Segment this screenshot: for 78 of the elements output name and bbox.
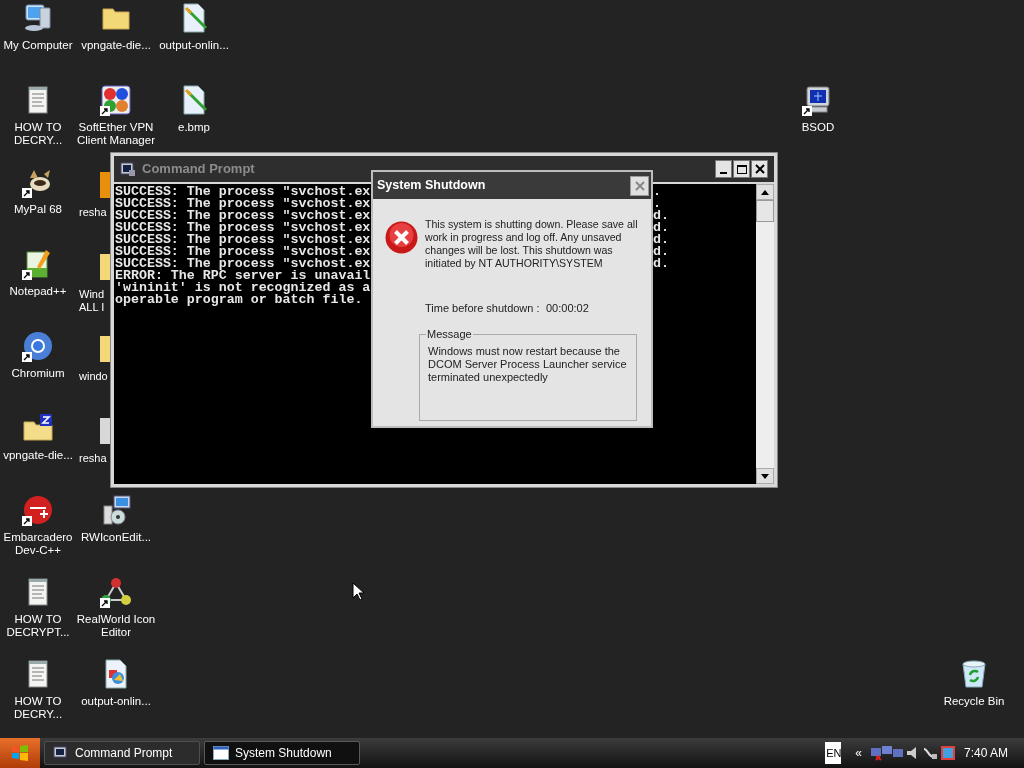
expand-tray-button[interactable]: «	[855, 744, 862, 762]
icon-label[interactable]: Recycle Bin	[943, 695, 1005, 708]
icon-label[interactable]: resha	[79, 452, 107, 465]
ring-icon	[22, 330, 54, 362]
icon-label[interactable]: Embarcadero Dev-C++	[3, 531, 73, 557]
icon-label[interactable]: MyPal 68	[14, 203, 62, 216]
icon-label[interactable]: vpngate-die...	[81, 39, 151, 52]
icon-label[interactable]: My Computer	[3, 39, 73, 52]
icon-label[interactable]: windo	[79, 370, 108, 383]
console-line: SUCCESS: The process "svchost.ex	[115, 258, 371, 270]
console-line: SUCCESS: The process "svchost.ex	[115, 198, 371, 210]
icon-label[interactable]: RWIconEdit...	[80, 531, 152, 544]
icon-label[interactable]: vpngate-die...	[3, 449, 73, 462]
close-button[interactable]	[751, 160, 768, 178]
minimize-button[interactable]	[715, 160, 732, 178]
app-tray-icon	[939, 745, 956, 761]
console-line: .	[653, 198, 661, 210]
window-title: Command Prompt	[142, 160, 256, 179]
icon-label[interactable]: RealWorld Icon Editor	[76, 613, 156, 639]
icon-label[interactable]: BSOD	[801, 121, 835, 134]
console-line: d.	[653, 246, 669, 258]
windows-logo-icon	[11, 745, 29, 761]
language-indicator[interactable]: EN	[825, 742, 842, 764]
icon-label[interactable]: Wind ALL I	[79, 288, 105, 314]
console-line: d.	[653, 258, 669, 270]
circle-logo-icon	[22, 494, 54, 526]
network-icon	[869, 745, 904, 761]
icon-label[interactable]: e.bmp	[178, 121, 210, 134]
icon-label[interactable]: HOW TO DECRYPT...	[6, 613, 70, 639]
dialog-title: System Shutdown	[377, 177, 487, 195]
installer-icon	[100, 494, 132, 526]
icon-label[interactable]: output-onlin...	[81, 695, 151, 708]
console-line: SUCCESS: The process "svchost.ex	[115, 246, 371, 258]
console-icon	[53, 746, 69, 760]
computer-icon	[22, 2, 54, 34]
mouse-pointer-icon	[352, 582, 364, 601]
countdown: 00:00:02	[546, 301, 589, 316]
taskbar-button[interactable]: System Shutdown	[204, 741, 360, 765]
console-icon	[120, 161, 136, 177]
shutdown-warning: This system is shutting down. Please save all work in progress and log off. Any unsaved changes will be lost. This shutdown was initiated by NT AUTHORITY\SYSTEM	[425, 218, 639, 270]
close-button[interactable]	[630, 175, 649, 196]
console-line: SUCCESS: The process "svchost.ex	[115, 234, 371, 246]
up-arrow-icon	[761, 189, 769, 195]
console-line: SUCCESS: The process "svchost.ex	[115, 186, 371, 198]
icon-label[interactable]: output-onlin...	[159, 39, 229, 52]
scroll-thumb[interactable]	[756, 200, 774, 222]
console-line: SUCCESS: The process "svchost.ex	[115, 210, 371, 222]
taskbar-button[interactable]: Command Prompt	[44, 741, 200, 765]
plug-icon	[921, 745, 938, 761]
close-icon	[634, 180, 645, 191]
scroll-up-button[interactable]	[756, 184, 774, 200]
icon-label[interactable]: Chromium	[11, 367, 65, 380]
four-dots-icon	[100, 84, 132, 116]
time-label: Time before shutdown :	[425, 301, 541, 316]
scrollbar[interactable]	[756, 184, 774, 484]
icon-label[interactable]: resha	[79, 206, 107, 219]
console-line: d.	[653, 210, 669, 222]
console-line: 'wininit' is not recognized as a	[115, 282, 371, 294]
down-arrow-icon	[761, 473, 769, 479]
console-line: ERROR: The RPC server is unavail	[115, 270, 371, 282]
start-button[interactable]	[0, 738, 40, 768]
icon-label[interactable]: SoftEther VPN Client Manager	[77, 121, 155, 147]
console-line: operable program or batch file.	[115, 294, 363, 306]
icon-label[interactable]: Notepad++	[9, 285, 67, 298]
scroll-down-button[interactable]	[756, 468, 774, 484]
zip-folder-icon	[22, 412, 54, 444]
error-icon	[385, 221, 418, 254]
icon-label[interactable]: HOW TO DECRY...	[13, 695, 63, 721]
console-line: SUCCESS: The process "svchost.ex	[115, 222, 371, 234]
message-text: Windows must now restart because the DCOM Server Process Launcher service terminated unexpectedly	[428, 344, 628, 384]
console-line: d.	[653, 222, 669, 234]
close-icon	[754, 164, 765, 174]
clock: 7:40 AM	[963, 745, 1008, 762]
console-line: .	[653, 186, 661, 198]
maximize-button[interactable]	[733, 160, 750, 178]
window-icon	[213, 746, 229, 760]
console-line: d.	[653, 234, 669, 246]
icon-label[interactable]: HOW TO DECRY...	[13, 121, 63, 147]
